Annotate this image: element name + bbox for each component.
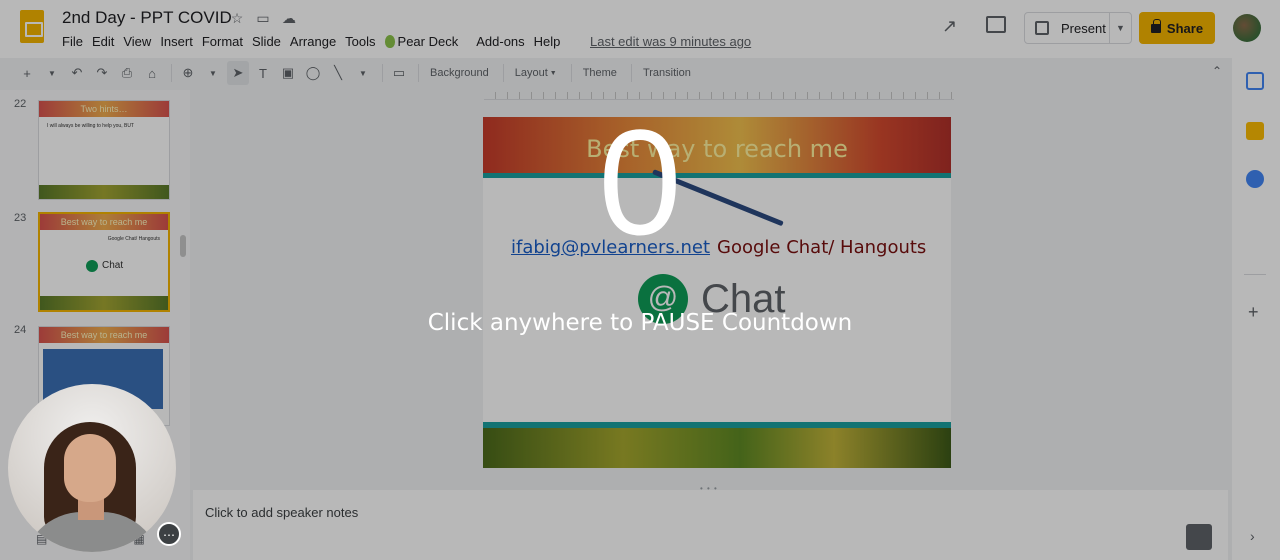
pause-countdown-message[interactable]: Click anywhere to PAUSE Countdown [340, 310, 940, 336]
webcam-bubble[interactable] [8, 384, 176, 552]
presenter-face [64, 434, 116, 502]
countdown-overlay[interactable] [0, 0, 1280, 560]
countdown-number[interactable]: 0 [540, 102, 740, 262]
webcam-more-options-icon[interactable]: ⋯ [157, 522, 181, 546]
